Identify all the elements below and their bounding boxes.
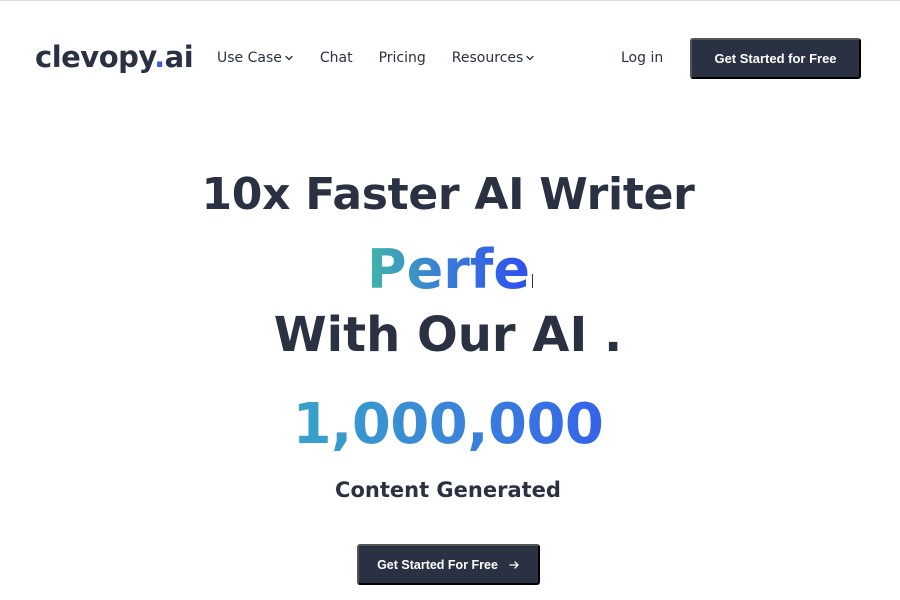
logo-tld: ai (164, 40, 194, 74)
typing-line: Perfe (0, 238, 896, 302)
counter-label: Content Generated (335, 478, 561, 502)
logo[interactable]: clevopy.ai (35, 39, 194, 75)
logo-name: clevopy (35, 40, 155, 74)
nav-pricing[interactable]: Pricing (379, 47, 426, 69)
main-nav: Use Case Chat Pricing Resources (217, 47, 561, 69)
nav-resources-label: Resources (451, 50, 524, 66)
get-started-button-hero-label: Get Started For Free (377, 557, 498, 572)
arrow-right-icon (508, 559, 520, 571)
typing-text: Perfe (367, 238, 530, 301)
hero-title: 10x Faster AI Writer (201, 169, 695, 220)
nav-chat-label: Chat (319, 50, 353, 66)
hero-subtitle: With Our AI . (273, 307, 623, 363)
site-header: clevopy.ai Use Case Chat Pricing Resourc… (0, 0, 900, 116)
chevron-down-icon (284, 53, 294, 63)
login-link[interactable]: Log in (621, 47, 663, 69)
logo-dot: . (154, 40, 165, 74)
get-started-button-header[interactable]: Get Started for Free (690, 38, 861, 79)
get-started-button-header-label: Get Started for Free (714, 51, 837, 66)
nav-resources[interactable]: Resources (452, 47, 536, 69)
get-started-button-hero[interactable]: Get Started For Free (357, 544, 540, 585)
counter-value: 1,000,000 (292, 392, 604, 457)
nav-use-case-label: Use Case (217, 50, 282, 66)
content-counter: 1,000,000 (0, 392, 896, 458)
chevron-down-icon (525, 53, 535, 63)
nav-pricing-label: Pricing (378, 50, 426, 66)
nav-chat[interactable]: Chat (320, 47, 353, 69)
text-caret (531, 274, 533, 288)
nav-use-case[interactable]: Use Case (217, 47, 294, 69)
